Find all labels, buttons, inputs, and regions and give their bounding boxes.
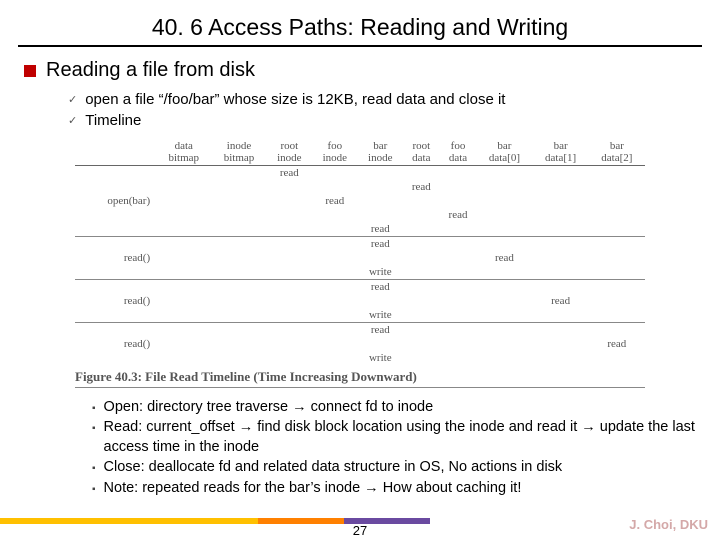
bullet-text: Open: directory tree traverse → connect …: [104, 398, 434, 418]
table-row: read: [75, 279, 645, 294]
square-bullet-icon: ▪: [92, 422, 96, 457]
table-row: write: [75, 308, 645, 323]
table-row: read: [75, 322, 645, 337]
table-row: read: [75, 208, 645, 222]
square-bullet-icon: [24, 65, 36, 77]
timeline-table: databitmap inodebitmap rootinode fooinod…: [75, 140, 645, 365]
table-row: read()read: [75, 337, 645, 351]
table-row: write: [75, 351, 645, 365]
table-row: read()read: [75, 251, 645, 265]
bullet-level3: ▪ Close: deallocate fd and related data …: [92, 458, 702, 478]
table-row: read: [75, 236, 645, 251]
bullet-text: Read: current_offset → find disk block l…: [104, 418, 702, 457]
square-bullet-icon: ▪: [92, 483, 96, 499]
bullet-text: Reading a file from disk: [46, 59, 255, 82]
table-row: read: [75, 165, 645, 180]
slide-footer: 27 J. Choi, DKU: [0, 514, 720, 540]
bullet-text: Close: deallocate fd and related data st…: [104, 458, 563, 478]
page-number: 27: [0, 523, 720, 538]
bullet-level3: ▪ Read: current_offset → find disk block…: [92, 418, 702, 457]
square-bullet-icon: ▪: [92, 402, 96, 418]
bullet-level3: ▪ Note: repeated reads for the bar’s ino…: [92, 479, 702, 499]
bullet-level3: ▪ Open: directory tree traverse → connec…: [92, 398, 702, 418]
square-bullet-icon: ▪: [92, 462, 96, 478]
table-row: read: [75, 180, 645, 194]
bullet-text: Note: repeated reads for the bar’s inode…: [104, 479, 522, 499]
check-icon: ✓: [68, 93, 77, 110]
check-icon: ✓: [68, 114, 77, 131]
title-rule: [18, 45, 702, 47]
bullet-level2: ✓ open a file “/foo/bar” whose size is 1…: [68, 90, 702, 110]
table-row: open(bar)read: [75, 194, 645, 208]
timeline-figure: databitmap inodebitmap rootinode fooinod…: [75, 140, 645, 388]
bullet-level2: ✓ Timeline: [68, 111, 702, 131]
table-row: write: [75, 265, 645, 280]
table-row: read: [75, 222, 645, 237]
table-row: read()read: [75, 294, 645, 308]
author-credit: J. Choi, DKU: [629, 517, 708, 532]
bullet-text: open a file “/foo/bar” whose size is 12K…: [85, 90, 505, 110]
figure-caption: Figure 40.3: File Read Timeline (Time In…: [75, 369, 645, 388]
bullet-level1: Reading a file from disk: [24, 59, 702, 82]
bullet-text: Timeline: [85, 111, 141, 131]
slide-title: 40. 6 Access Paths: Reading and Writing: [18, 8, 702, 45]
